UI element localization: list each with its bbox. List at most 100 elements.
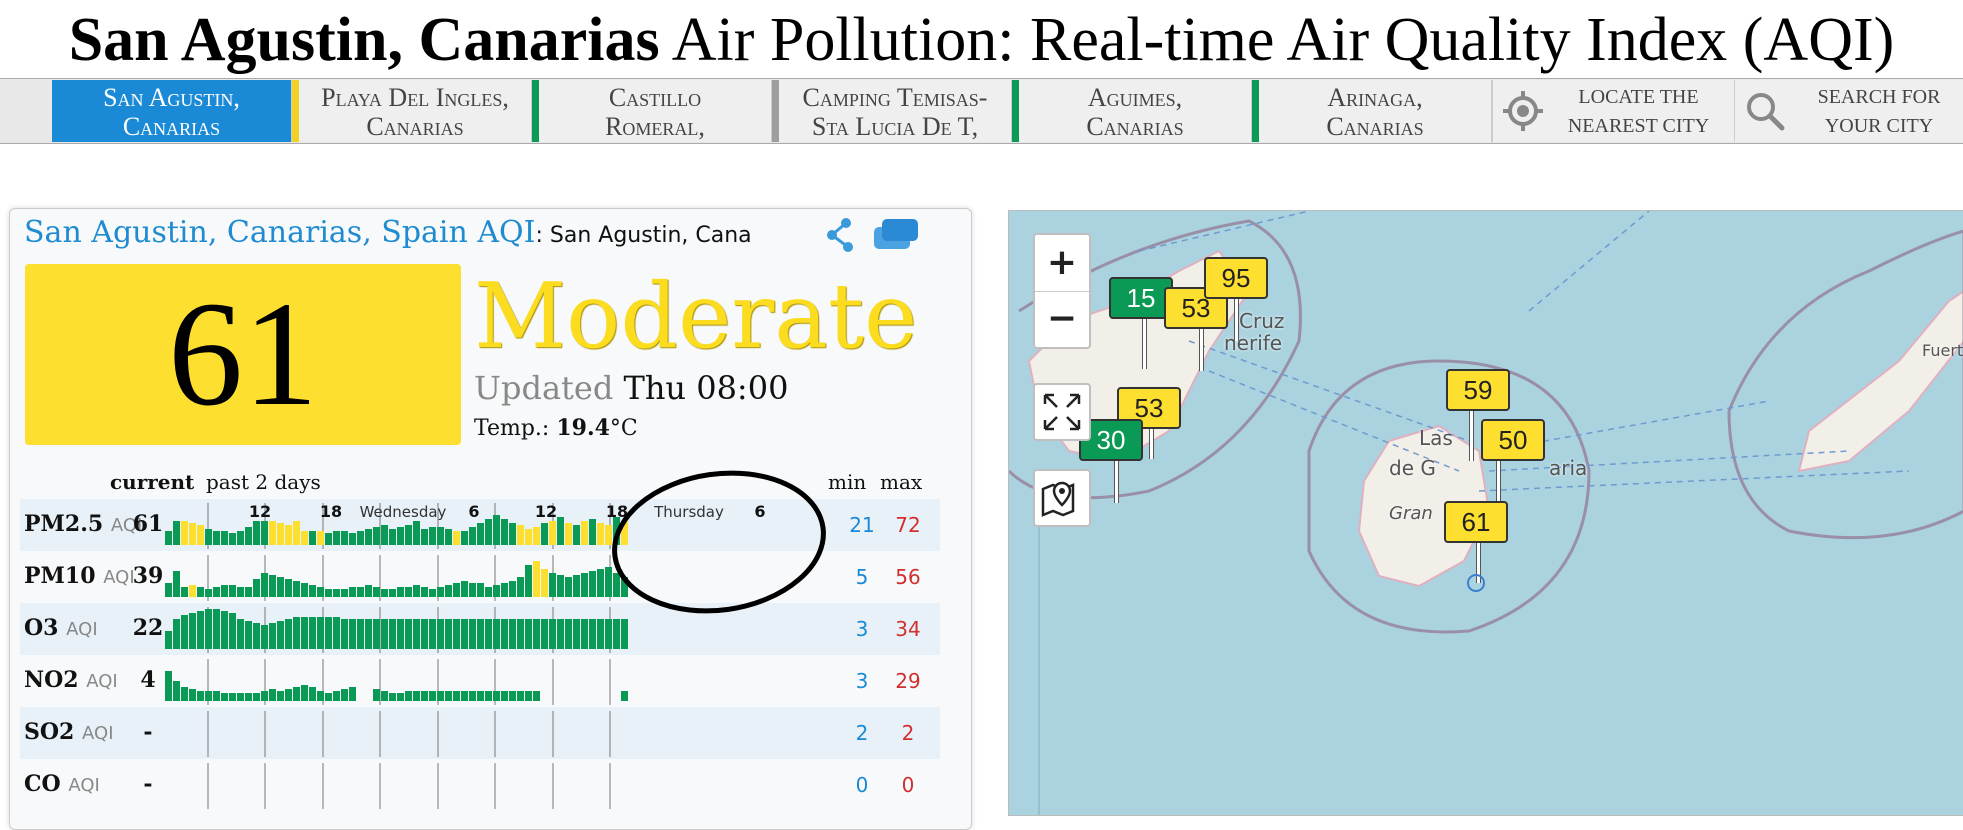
history-bar	[453, 583, 460, 597]
history-bar	[453, 619, 460, 649]
history-bar	[237, 619, 244, 649]
history-bar	[437, 587, 444, 597]
history-bar	[285, 619, 292, 649]
history-bar	[437, 691, 444, 701]
history-bar	[333, 531, 340, 545]
history-bar	[437, 527, 444, 545]
history-bar	[197, 691, 204, 701]
history-bar	[189, 523, 196, 545]
map-label: aria	[1549, 456, 1588, 480]
history-bar	[165, 631, 172, 649]
page-title-city: San Agustin, Canarias	[68, 6, 660, 74]
history-bar	[405, 587, 412, 597]
history-bar	[413, 619, 420, 649]
history-bar	[469, 583, 476, 597]
history-bar	[173, 681, 180, 701]
history-bar	[373, 689, 380, 701]
history-bar	[213, 691, 220, 701]
search-icon	[1747, 93, 1785, 131]
history-bar	[477, 619, 484, 649]
history-bar	[405, 619, 412, 649]
history-bar	[277, 621, 284, 649]
history-bar	[549, 619, 556, 649]
history-bar	[181, 587, 188, 597]
zoom-in-button[interactable]: +	[1035, 235, 1089, 292]
tab-camping-temisas[interactable]: Camping Temisas- Sta Lucia De T,	[772, 80, 1012, 142]
zoom-out-button[interactable]: −	[1035, 291, 1089, 347]
history-bar	[229, 613, 236, 649]
history-bar	[469, 527, 476, 545]
history-bar	[565, 523, 572, 545]
history-bar	[229, 585, 236, 597]
aqi-marker[interactable]: 61	[1444, 501, 1508, 543]
history-bar	[317, 617, 324, 649]
tab-aguimes[interactable]: Aguimes, Canarias	[1012, 80, 1252, 142]
history-bar	[565, 577, 572, 597]
history-bar	[333, 691, 340, 701]
history-bar	[517, 691, 524, 701]
tab-playa-del-ingles[interactable]: Playa Del Ingles, Canarias	[292, 80, 532, 142]
search-line1: SEARCH FOR	[1817, 86, 1941, 108]
history-bar	[325, 617, 332, 649]
history-bar	[189, 689, 196, 701]
history-bar	[445, 619, 452, 649]
history-bar	[197, 611, 204, 649]
history-bar	[277, 691, 284, 701]
locate-nearest-city-button[interactable]: LOCATE THE NEAREST CITY	[1492, 80, 1734, 142]
search-city-button[interactable]: SEARCH FOR YOUR CITY	[1734, 80, 1963, 142]
history-bar	[197, 525, 204, 545]
history-bar	[413, 521, 420, 545]
tab-line1: Aguimes,	[1087, 83, 1183, 112]
aqi-marker[interactable]: 95	[1204, 257, 1268, 299]
search-line2: YOUR CITY	[1824, 115, 1934, 137]
map-view[interactable]: Cruz nerife Las de G aria Gran Fuert 15 …	[1008, 210, 1963, 816]
history-bar	[325, 693, 332, 701]
history-bar	[485, 691, 492, 701]
history-bar	[373, 527, 380, 545]
locate-line1: LOCATE THE	[1578, 86, 1699, 108]
history-bar	[293, 521, 300, 545]
history-bar	[517, 619, 524, 649]
history-bar	[221, 693, 228, 701]
history-bar	[581, 521, 588, 545]
history-bar	[309, 617, 316, 649]
history-bar	[301, 617, 308, 649]
history-bar	[213, 587, 220, 597]
tab-arinaga[interactable]: Arinaga, Canarias	[1252, 80, 1492, 142]
history-bar	[525, 565, 532, 597]
crosshair-icon	[1503, 91, 1543, 131]
history-bar	[245, 527, 252, 545]
history-bar	[317, 531, 324, 545]
history-bar	[181, 521, 188, 545]
history-bar	[389, 529, 396, 545]
tab-castillo-romeral[interactable]: Castillo Romeral,	[532, 80, 772, 142]
history-bar	[365, 585, 372, 597]
history-bar	[205, 691, 212, 701]
history-bar	[421, 691, 428, 701]
aqi-marker[interactable]: 59	[1446, 369, 1510, 411]
time-tick: 6	[468, 502, 479, 521]
history-bar	[317, 587, 324, 597]
history-bar	[341, 619, 348, 649]
history-bar	[229, 693, 236, 701]
history-bar	[525, 529, 532, 545]
tab-line2: Canarias	[122, 112, 221, 141]
aqi-marker[interactable]: 50	[1481, 419, 1545, 461]
fullscreen-button[interactable]	[1033, 383, 1091, 441]
history-bar	[597, 619, 604, 649]
history-bar	[237, 587, 244, 597]
history-bar	[421, 529, 428, 545]
map-layers-button[interactable]	[1033, 469, 1091, 527]
history-bar	[357, 531, 364, 545]
history-bar	[189, 585, 196, 597]
history-bar	[605, 525, 612, 545]
tab-san-agustin[interactable]: San Agustin, Canarias	[52, 80, 292, 142]
history-bar	[549, 573, 556, 597]
locate-line2: NEAREST CITY	[1567, 115, 1710, 137]
history-bar	[581, 573, 588, 597]
history-bar	[413, 585, 420, 597]
time-tick: Thursday	[653, 503, 724, 521]
history-bar	[293, 617, 300, 649]
history-bar	[573, 619, 580, 649]
history-bar	[533, 619, 540, 649]
